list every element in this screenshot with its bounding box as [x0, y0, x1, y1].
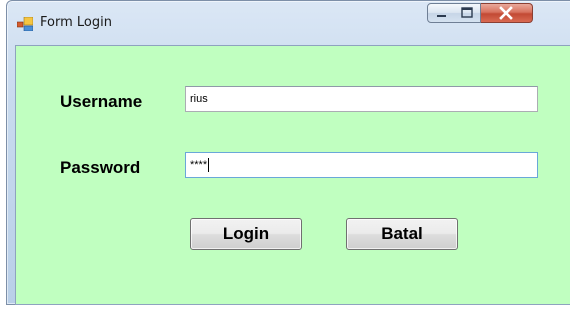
maximize-icon	[461, 7, 473, 18]
cancel-button[interactable]: Batal	[346, 218, 458, 250]
password-label: Password	[60, 158, 141, 177]
window-title: Form Login	[40, 15, 112, 30]
login-window: Form Login Username rius Password **** L…	[0, 0, 570, 309]
password-field[interactable]: ****	[185, 152, 538, 178]
maximize-button[interactable]	[454, 3, 481, 23]
username-value: rius	[190, 93, 208, 105]
screen-edge	[0, 0, 6, 309]
username-field[interactable]: rius	[185, 86, 538, 112]
minimize-button[interactable]	[427, 3, 455, 23]
window-frame: Form Login Username rius Password **** L…	[6, 0, 570, 305]
password-value: ****	[190, 159, 208, 171]
close-icon	[499, 6, 513, 20]
title-bar[interactable]: Form Login	[7, 1, 570, 45]
username-label: Username	[60, 92, 143, 111]
login-button[interactable]: Login	[190, 218, 302, 250]
minimize-icon	[437, 15, 446, 17]
form-icon	[16, 16, 34, 32]
close-button[interactable]	[481, 3, 533, 23]
form-panel: Username rius Password **** Login Batal	[15, 45, 570, 305]
text-caret	[208, 158, 210, 173]
